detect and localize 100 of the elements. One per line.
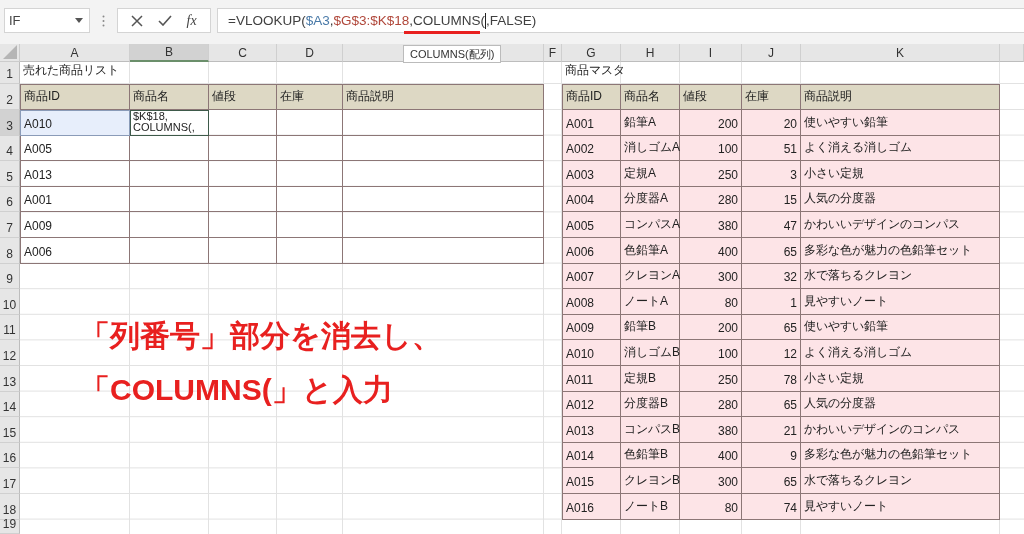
- row-header[interactable]: 15: [0, 417, 20, 443]
- table-cell: 80: [680, 289, 742, 315]
- table-cell: A011: [562, 365, 621, 392]
- column-heading: 商品説明: [801, 84, 1000, 110]
- name-box[interactable]: IF: [4, 8, 90, 33]
- table-cell: A016: [562, 493, 621, 520]
- column-header[interactable]: D: [277, 44, 343, 62]
- table-cell: 400: [680, 442, 742, 469]
- formula-field[interactable]: =VLOOKUP($A3,$G$3:$K$18,COLUMNS(,FALSE): [217, 8, 1024, 33]
- table-cell: 65: [742, 468, 801, 494]
- row-header[interactable]: 1: [0, 62, 20, 84]
- table-cell: 32: [742, 263, 801, 290]
- empty-cell: [277, 135, 343, 162]
- table-cell: A006: [20, 237, 130, 264]
- table-cell: 鉛筆B: [621, 314, 680, 341]
- column-header[interactable]: A: [20, 44, 130, 62]
- table-cell: 250: [680, 161, 742, 187]
- row-header[interactable]: 2: [0, 84, 20, 110]
- table-cell: 280: [680, 186, 742, 213]
- table-cell: 400: [680, 237, 742, 264]
- table-cell: 人気の分度器: [801, 391, 1000, 418]
- row-header[interactable]: 17: [0, 468, 20, 494]
- table-cell: A006: [562, 237, 621, 264]
- table-cell: よく消える消しゴム: [801, 340, 1000, 366]
- table-cell: 水で落ちるクレヨン: [801, 468, 1000, 494]
- column-heading: 商品説明: [343, 84, 544, 110]
- table-cell: A015: [562, 468, 621, 494]
- check-icon[interactable]: [157, 15, 172, 26]
- empty-cell: [209, 110, 277, 136]
- sheet-title: 商品マスタ: [564, 62, 621, 79]
- row-header[interactable]: 9: [0, 263, 20, 290]
- table-cell: 見やすいノート: [801, 493, 1000, 520]
- table-cell: A007: [562, 263, 621, 290]
- table-cell: 300: [680, 263, 742, 290]
- sheet-title: 売れた商品リスト: [22, 62, 120, 79]
- column-heading: 商品名: [130, 84, 209, 110]
- table-cell: A001: [562, 110, 621, 136]
- table-cell: A012: [562, 391, 621, 418]
- table-cell: 消しゴムA: [621, 135, 680, 162]
- column-heading: 在庫: [742, 84, 801, 110]
- row-header[interactable]: 4: [0, 135, 20, 162]
- table-cell: A009: [562, 314, 621, 341]
- table-cell: A013: [562, 417, 621, 443]
- row-header[interactable]: 14: [0, 391, 20, 418]
- empty-cell: [277, 161, 343, 187]
- column-heading: 商品名: [621, 84, 680, 110]
- column-header[interactable]: G: [562, 44, 621, 62]
- table-cell: 分度器A: [621, 186, 680, 213]
- column-heading: 値段: [209, 84, 277, 110]
- row-header[interactable]: 7: [0, 212, 20, 238]
- row-header[interactable]: 3: [0, 110, 20, 136]
- row-header[interactable]: 10: [0, 289, 20, 315]
- empty-cell: [277, 186, 343, 213]
- column-header[interactable]: H: [621, 44, 680, 62]
- row-header[interactable]: 5: [0, 161, 20, 187]
- row-header[interactable]: 6: [0, 186, 20, 213]
- table-cell: 定規A: [621, 161, 680, 187]
- row-header[interactable]: 18: [0, 493, 20, 520]
- column-heading: 在庫: [277, 84, 343, 110]
- table-cell: ノートA: [621, 289, 680, 315]
- annotation-text: 「列番号」部分を消去し、: [80, 318, 442, 354]
- row-header[interactable]: 12: [0, 340, 20, 366]
- table-cell: 200: [680, 314, 742, 341]
- row-header[interactable]: 16: [0, 442, 20, 469]
- table-cell: 水で落ちるクレヨン: [801, 263, 1000, 290]
- table-cell: 9: [742, 442, 801, 469]
- table-cell: A013: [20, 161, 130, 187]
- cancel-icon[interactable]: [131, 14, 144, 27]
- row-header[interactable]: 8: [0, 237, 20, 264]
- table-cell: 消しゴムB: [621, 340, 680, 366]
- column-header[interactable]: B: [130, 44, 209, 62]
- table-cell: 色鉛筆B: [621, 442, 680, 469]
- table-cell: 1: [742, 289, 801, 315]
- column-header[interactable]: F: [544, 44, 562, 62]
- table-cell: 47: [742, 212, 801, 238]
- row-header[interactable]: 11: [0, 314, 20, 341]
- table-cell: 21: [742, 417, 801, 443]
- drag-handle-icon[interactable]: [102, 15, 105, 27]
- column-header[interactable]: I: [680, 44, 742, 62]
- annotation-text: 「COLUMNS(」と入力: [80, 372, 394, 408]
- table-cell: 使いやすい鉛筆: [801, 110, 1000, 136]
- table-cell: A003: [562, 161, 621, 187]
- table-cell: 12: [742, 340, 801, 366]
- column-header[interactable]: J: [742, 44, 801, 62]
- table-cell: A010: [562, 340, 621, 366]
- column-header[interactable]: K: [801, 44, 1000, 62]
- insert-function-button[interactable]: fx: [186, 12, 197, 29]
- table-cell: クレヨンA: [621, 263, 680, 290]
- table-cell: 74: [742, 493, 801, 520]
- row-header[interactable]: 19: [0, 519, 20, 534]
- table-cell: ノートB: [621, 493, 680, 520]
- column-header[interactable]: C: [209, 44, 277, 62]
- cell-editor[interactable]: $K$18, COLUMNS(,: [130, 110, 209, 136]
- table-cell: A005: [20, 135, 130, 162]
- table-cell: 78: [742, 365, 801, 392]
- function-tooltip: COLUMNS(配列): [403, 45, 502, 63]
- row-header[interactable]: 13: [0, 365, 20, 392]
- table-cell: 鉛筆A: [621, 110, 680, 136]
- table-cell: A014: [562, 442, 621, 469]
- table-cell: 100: [680, 340, 742, 366]
